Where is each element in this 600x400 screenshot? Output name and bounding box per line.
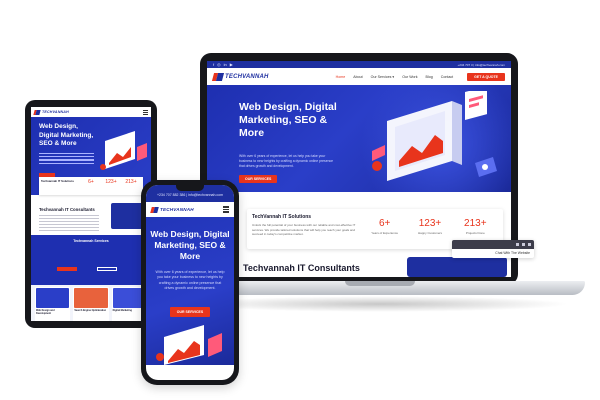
tablet-navbar: TECHVANNAH <box>31 107 151 117</box>
hero-title: Web Design, Digital Marketing, SEO & Mor… <box>239 101 337 139</box>
phone-navbar: TECHVANNAH <box>146 202 234 217</box>
main-nav: Home About Our Services ▾ Our Work Blog … <box>336 75 453 79</box>
service-card-image <box>36 288 70 308</box>
service-card-label: Search Engine Optimization <box>74 309 107 312</box>
tablet-screen: TECHVANNAH Web Design, Digital Marketing… <box>31 107 151 321</box>
hero-illustration <box>100 131 147 170</box>
logo-text: TECHVANNAH <box>160 207 194 212</box>
chat-widget[interactable]: Chat With The Website <box>452 240 534 258</box>
chat-close-icon[interactable] <box>528 243 531 246</box>
social-links: f ◎ in ▶ <box>213 62 233 67</box>
chat-label: Chat With The Website <box>495 251 530 255</box>
hero-title: Web Design, Digital Marketing, SEO & Mor… <box>150 229 230 261</box>
device-mockup: f ◎ in ▶ +234 707 3 | info@techvannah.co… <box>0 0 600 400</box>
stats-title: TechVannah IT Solutions <box>252 214 312 220</box>
our-services-button[interactable]: OUR SERVICES <box>170 307 210 317</box>
service-card-image <box>74 288 108 308</box>
stat-value: 213+ <box>464 218 487 229</box>
stats-desc: Unlock the full potential of your busine… <box>252 223 356 236</box>
hero-title: Web Design, Digital Marketing, SEO & Mor… <box>39 123 94 147</box>
service-card[interactable]: Search Engine Optimization <box>73 287 109 321</box>
stat-value: 123+ <box>105 179 117 185</box>
laptop-topbar: f ◎ in ▶ +234 707 3 | info@techvannah.co… <box>207 61 511 68</box>
services-title: Techvannah Services <box>73 239 109 243</box>
stats-title: Techvannah IT Solutions <box>41 179 74 183</box>
hamburger-menu-icon[interactable] <box>223 206 229 213</box>
nav-item-blog[interactable]: Blog <box>426 75 433 79</box>
logo-icon <box>213 72 223 82</box>
stat-value: 6+ <box>88 179 94 185</box>
get-quote-button[interactable]: GET A QUOTE <box>467 72 505 81</box>
service-cards: Web Design and Development Search Engine… <box>31 285 151 321</box>
nav-item-about[interactable]: About <box>353 75 362 79</box>
linkedin-icon[interactable]: in <box>224 62 227 67</box>
services-button[interactable] <box>57 267 77 271</box>
consultants-image <box>111 203 145 229</box>
stats-intro: TechVannah IT Solutions Unlock the full … <box>252 214 362 244</box>
hero-text: With over 6 years of experience, let us … <box>239 154 334 168</box>
stat-years: 6+ Years of Experience <box>362 214 407 244</box>
chat-toolbar <box>452 240 534 249</box>
our-services-button[interactable]: OUR SERVICES <box>239 175 278 183</box>
hero-text: With over 6 years of experience, let us … <box>155 270 225 290</box>
instagram-icon[interactable]: ◎ <box>217 62 221 67</box>
logo-text: TECHVANNAH <box>225 73 269 80</box>
chat-minimize-icon[interactable] <box>522 243 525 246</box>
nav-item-work[interactable]: Our Work <box>402 75 417 79</box>
service-card[interactable]: Web Design and Development <box>35 287 71 321</box>
logo-icon <box>34 109 40 115</box>
stat-label: Happy Customers <box>417 231 442 235</box>
laptop-hero: Web Design, Digital Marketing, SEO & Mor… <box>207 85 511 192</box>
stat-value: 213+ <box>125 179 137 185</box>
logo-text: TECHVANNAH <box>42 110 69 114</box>
stat-label: Projects Done <box>465 231 485 235</box>
phone-hero: Web Design, Digital Marketing, SEO & Mor… <box>146 217 234 365</box>
laptop-navbar: TECHVANNAH Home About Our Services ▾ Our… <box>207 68 511 85</box>
youtube-icon[interactable]: ▶ <box>230 62 233 67</box>
consultants-image <box>407 257 507 277</box>
hamburger-menu-icon[interactable] <box>143 109 148 115</box>
stat-value: 123+ <box>418 218 442 229</box>
logo[interactable]: TECHVANNAH <box>151 206 194 213</box>
logo[interactable]: TECHVANNAH <box>34 109 69 115</box>
tablet-stats-card: Techvannah IT Solutions 6+ 123+ 213+ <box>39 177 143 195</box>
topbar-contact: +234 707 3 | info@techvannah.com <box>457 62 505 67</box>
consultants-title: Techvannah IT Consultants <box>39 207 95 212</box>
tablet: TECHVANNAH Web Design, Digital Marketing… <box>25 100 157 328</box>
nav-item-home[interactable]: Home <box>336 75 346 79</box>
nav-item-contact[interactable]: Contact <box>441 75 453 79</box>
stat-value: 6+ <box>378 218 391 229</box>
consultants-title: Techvannah IT Consultants <box>243 263 360 273</box>
contact-button[interactable] <box>97 267 117 271</box>
service-card-label: Web Design and Development <box>36 309 55 315</box>
laptop-shadow <box>190 296 570 312</box>
hero-illustration <box>372 91 497 181</box>
laptop-notch <box>345 281 415 286</box>
phone: +234 707 882 386 | info@techvannah.com T… <box>141 180 239 385</box>
hero-illustration <box>156 325 222 365</box>
logo[interactable]: TECHVANNAH <box>213 72 269 82</box>
hero-text-lines <box>39 153 94 167</box>
phone-screen: +234 707 882 386 | info@techvannah.com T… <box>146 185 234 380</box>
chat-icon[interactable] <box>516 243 519 246</box>
logo-icon <box>151 206 158 213</box>
facebook-icon[interactable]: f <box>213 62 214 67</box>
stat-customers: 123+ Happy Customers <box>407 214 452 244</box>
phone-notch <box>176 185 204 191</box>
nav-item-services[interactable]: Our Services ▾ <box>371 75 395 79</box>
stat-label: Years of Experience <box>371 231 399 235</box>
consultants-text-lines <box>39 215 99 231</box>
